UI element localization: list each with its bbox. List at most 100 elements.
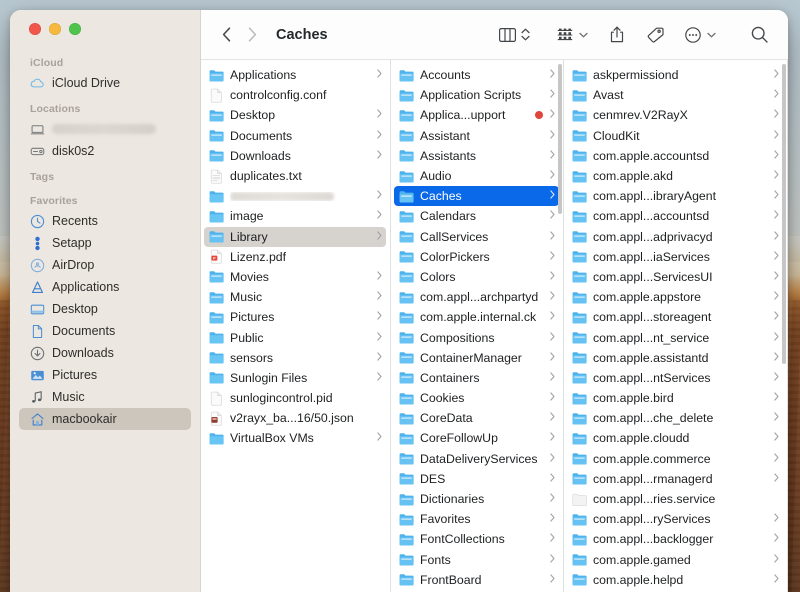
file-row[interactable]: CloudKit [567,126,783,146]
disclosure-chevron-right-icon[interactable] [547,230,555,243]
disclosure-chevron-right-icon[interactable] [547,69,555,81]
disclosure-chevron-right-icon[interactable] [547,372,555,384]
file-row[interactable]: com.apple.cloudd [567,428,783,448]
disclosure-chevron-right-icon[interactable] [374,432,382,444]
column-view-icon[interactable] [494,22,520,48]
disclosure-chevron-right-icon[interactable] [771,574,779,586]
file-row[interactable]: Dictionaries [394,489,559,509]
file-row[interactable]: Assistant [394,126,559,146]
sidebar-item-downloads[interactable]: Downloads [19,342,191,364]
disclosure-chevron-right-icon[interactable] [547,574,555,586]
file-row[interactable]: com.apple.commerce [567,449,783,469]
disclosure-chevron-right-icon[interactable] [771,513,779,525]
disclosure-chevron-right-icon[interactable] [771,553,779,566]
disclosure-chevron-right-icon[interactable] [547,251,555,263]
file-row[interactable]: Compositions [394,327,559,347]
file-row[interactable]: image [204,206,386,226]
file-row[interactable]: Pictures [204,307,386,327]
file-row[interactable]: CoreFollowUp [394,428,559,448]
file-row[interactable]: ContainerManager [394,348,559,368]
sidebar-item-airdrop[interactable]: AirDrop [19,254,191,276]
disclosure-chevron-right-icon[interactable] [771,352,779,364]
disclosure-chevron-right-icon[interactable] [771,210,779,222]
view-stepper[interactable] [521,28,530,41]
file-row[interactable]: sunlogincontrol.pid [204,388,386,408]
file-row[interactable]: Assistants [394,146,559,166]
file-row[interactable] [204,186,386,206]
sidebar-item-recents[interactable]: Recents [19,210,191,232]
file-row[interactable]: Application Scripts [394,85,559,105]
file-row[interactable]: v2rayx_ba...16/50.json [204,408,386,428]
disclosure-chevron-right-icon[interactable] [547,533,555,545]
disclosure-chevron-right-icon[interactable] [374,109,382,121]
disclosure-chevron-right-icon[interactable] [547,473,555,485]
sidebar-item-icloud-drive[interactable]: iCloud Drive [19,72,191,94]
disclosure-chevron-right-icon[interactable] [374,311,382,323]
file-row[interactable]: Accounts [394,65,559,85]
file-row[interactable]: FontCollections [394,529,559,549]
disclosure-chevron-right-icon[interactable] [547,392,555,404]
disclosure-chevron-right-icon[interactable] [771,372,779,384]
disclosure-chevron-right-icon[interactable] [374,210,382,222]
back-button[interactable] [213,22,239,48]
sidebar-item-pictures[interactable]: Pictures [19,364,191,386]
disclosure-chevron-right-icon[interactable] [547,553,555,566]
search-icon[interactable] [746,22,772,48]
file-row[interactable]: com.appl...che_delete [567,408,783,428]
zoom-button[interactable] [69,23,81,35]
close-button[interactable] [29,23,41,35]
disclosure-chevron-right-icon[interactable] [547,513,555,525]
disclosure-chevron-right-icon[interactable] [547,412,555,424]
sidebar-item-applications[interactable]: Applications [19,276,191,298]
share-icon[interactable] [604,22,630,48]
disclosure-chevron-right-icon[interactable] [771,533,779,545]
disclosure-chevron-right-icon[interactable] [547,352,555,364]
file-row[interactable]: Applica...upport [394,105,559,125]
file-row[interactable]: CallServices [394,227,559,247]
disclosure-chevron-right-icon[interactable] [374,372,382,384]
disclosure-chevron-right-icon[interactable] [771,473,779,485]
file-row[interactable]: duplicates.txt [204,166,386,186]
file-row[interactable]: FrontBoard [394,570,559,590]
file-row[interactable]: CoreData [394,408,559,428]
file-row[interactable]: Audio [394,166,559,186]
file-row[interactable]: Favorites [394,509,559,529]
disclosure-chevron-right-icon[interactable] [547,453,555,465]
file-row[interactable]: Documents [204,126,386,146]
file-row[interactable]: DES [394,469,559,489]
disclosure-chevron-right-icon[interactable] [547,493,555,505]
disclosure-chevron-right-icon[interactable] [547,109,555,121]
file-row[interactable]: P Lizenz.pdf [204,247,386,267]
disclosure-chevron-right-icon[interactable] [547,311,555,323]
file-row[interactable]: Caches [394,186,559,207]
forward-button[interactable] [239,22,265,48]
file-row[interactable]: Cookies [394,388,559,408]
file-row[interactable]: Public [204,327,386,347]
file-row[interactable]: com.appl...ntServices [567,368,783,388]
file-row[interactable]: com.appl...rmanagerd [567,469,783,489]
disclosure-chevron-right-icon[interactable] [547,190,555,202]
file-row[interactable]: com.appl...ries.service [567,489,783,509]
disclosure-chevron-right-icon[interactable] [547,331,555,344]
disclosure-chevron-right-icon[interactable] [771,432,779,444]
file-row[interactable]: com.appl...nt_service [567,327,783,347]
file-row[interactable]: com.apple.bird [567,388,783,408]
more-chevron-down-icon[interactable] [707,32,716,38]
more-ellipsis-icon[interactable] [680,22,706,48]
disclosure-chevron-right-icon[interactable] [771,453,779,465]
file-row[interactable]: com.appl...ibraryAgent [567,186,783,206]
disclosure-chevron-right-icon[interactable] [771,150,779,162]
sidebar-item-music[interactable]: Music [19,386,191,408]
sidebar-item-disk0s2[interactable]: disk0s2 [19,140,191,162]
disclosure-chevron-right-icon[interactable] [547,432,555,444]
group-by-chevron-down-icon[interactable] [579,32,588,38]
disclosure-chevron-right-icon[interactable] [771,291,779,303]
disclosure-chevron-right-icon[interactable] [771,230,779,243]
disclosure-chevron-right-icon[interactable] [771,412,779,424]
file-row[interactable]: Applications [204,65,386,85]
file-row[interactable]: controlconfig.conf [204,85,386,105]
disclosure-chevron-right-icon[interactable] [547,291,555,303]
disclosure-chevron-right-icon[interactable] [374,352,382,364]
disclosure-chevron-right-icon[interactable] [374,331,382,344]
sidebar-item-device[interactable] [19,118,191,140]
